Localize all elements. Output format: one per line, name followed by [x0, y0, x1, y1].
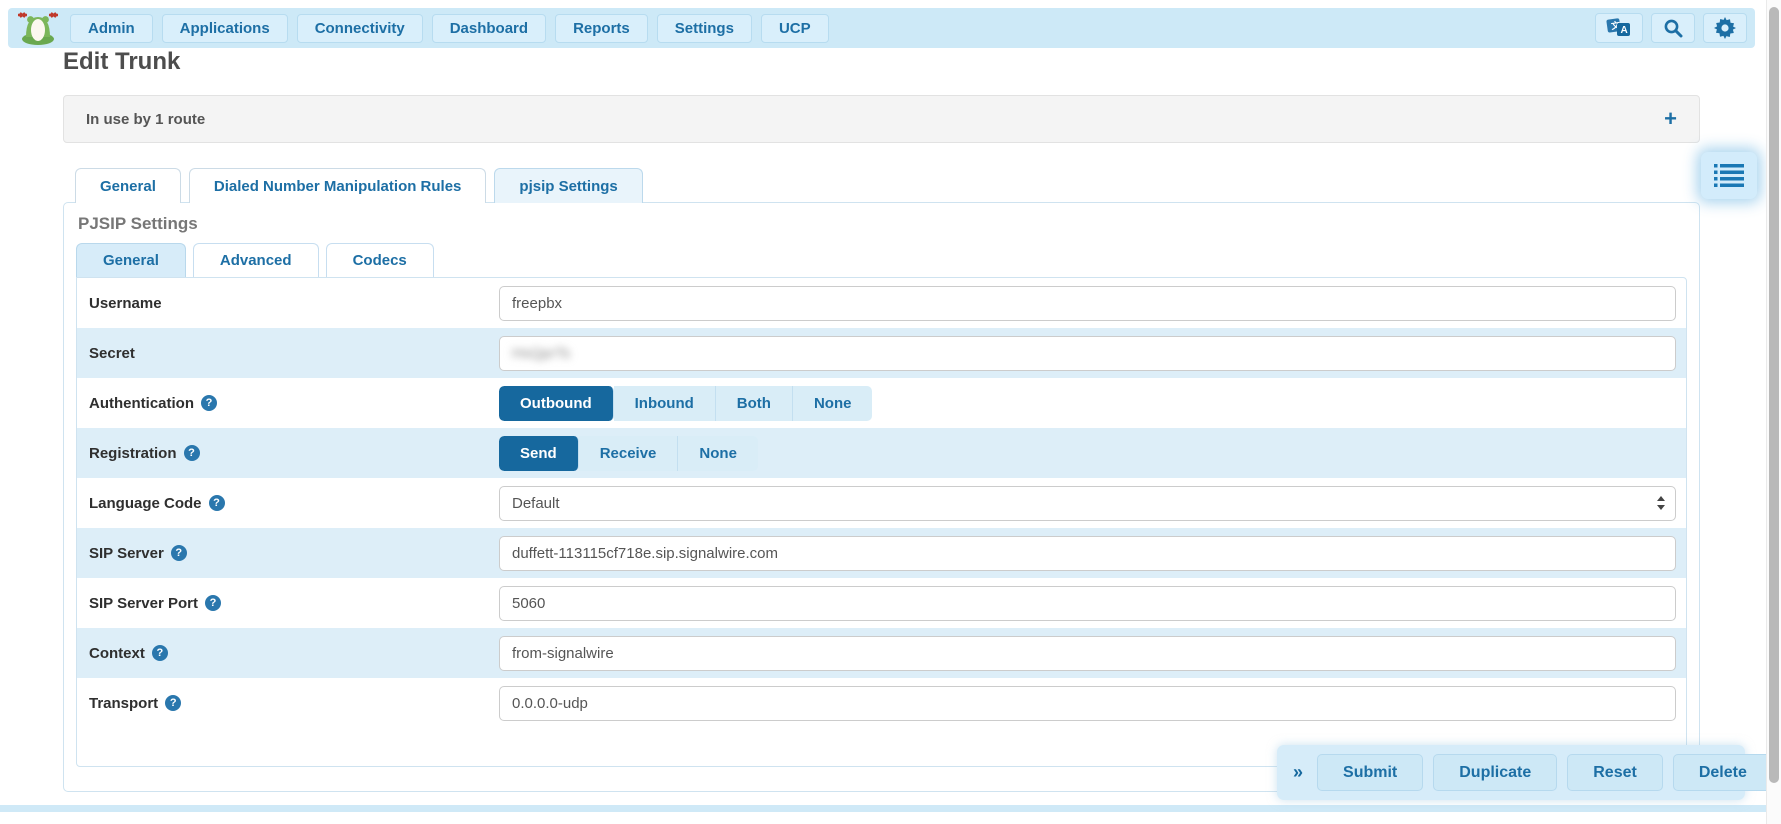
freepbx-admin-page: Admin Applications Connectivity Dashboar… — [0, 0, 1781, 824]
username-input[interactable] — [499, 286, 1676, 321]
registration-option-send[interactable]: Send — [499, 436, 579, 471]
form-row-sip-server-port: SIP Server Port ? — [77, 578, 1686, 628]
context-label-text: Context — [89, 645, 145, 662]
gear-icon — [1714, 17, 1736, 39]
transport-label-text: Transport — [89, 695, 158, 712]
registration-option-none[interactable]: None — [678, 436, 758, 471]
scrollbar-thumb[interactable] — [1769, 7, 1779, 783]
transport-help-icon[interactable]: ? — [165, 695, 181, 711]
language-code-select[interactable]: Default — [499, 486, 1676, 521]
pjsip-settings-panel: PJSIP Settings General Advanced Codecs U… — [63, 202, 1700, 792]
nav-item-applications[interactable]: Applications — [162, 14, 288, 43]
secret-input[interactable]: HsQprTs — [499, 336, 1676, 371]
form-row-transport: Transport ? — [77, 678, 1686, 728]
list-icon — [1714, 163, 1744, 189]
transport-input[interactable] — [499, 686, 1676, 721]
sidebar-list-toggle-button[interactable] — [1701, 152, 1757, 199]
usage-notice-text: In use by 1 route — [86, 111, 205, 128]
select-arrows-icon — [1656, 495, 1666, 511]
delete-button[interactable]: Delete — [1673, 754, 1773, 791]
search-button[interactable] — [1651, 13, 1695, 43]
subtab-codecs[interactable]: Codecs — [326, 243, 434, 277]
expand-plus-icon[interactable]: + — [1664, 108, 1677, 130]
registration-label: Registration ? — [89, 445, 499, 462]
language-code-label-text: Language Code — [89, 495, 202, 512]
top-navbar: Admin Applications Connectivity Dashboar… — [8, 8, 1755, 48]
nav-item-connectivity[interactable]: Connectivity — [297, 14, 423, 43]
language-code-selected-value: Default — [512, 495, 560, 512]
secret-label-text: Secret — [89, 345, 135, 362]
reset-button[interactable]: Reset — [1567, 754, 1663, 791]
language-code-help-icon[interactable]: ? — [209, 495, 225, 511]
secret-label: Secret — [89, 345, 499, 362]
submit-button[interactable]: Submit — [1317, 754, 1423, 791]
svg-text:A: A — [1621, 25, 1628, 36]
footer-divider — [0, 805, 1781, 812]
nav-item-ucp[interactable]: UCP — [761, 14, 829, 43]
usage-notice-panel[interactable]: In use by 1 route + — [63, 95, 1700, 143]
freepbx-frog-logo-icon — [16, 11, 60, 45]
form-row-sip-server: SIP Server ? — [77, 528, 1686, 578]
form-row-authentication: Authentication ? Outbound Inbound Both N… — [77, 378, 1686, 428]
registration-option-receive[interactable]: Receive — [579, 436, 679, 471]
registration-label-text: Registration — [89, 445, 177, 462]
pjsip-section-heading: PJSIP Settings — [64, 203, 1699, 243]
form-row-registration: Registration ? Send Receive None — [77, 428, 1686, 478]
subtab-advanced[interactable]: Advanced — [193, 243, 319, 277]
page-title: Edit Trunk — [63, 48, 180, 76]
vertical-scrollbar[interactable] — [1766, 0, 1781, 824]
secret-obscured-value: HsQprTs — [512, 345, 570, 362]
registration-help-icon[interactable]: ? — [184, 445, 200, 461]
transport-label: Transport ? — [89, 695, 499, 712]
sip-server-label: SIP Server ? — [89, 545, 499, 562]
authentication-option-outbound[interactable]: Outbound — [499, 386, 614, 421]
form-row-secret: Secret HsQprTs — [77, 328, 1686, 378]
authentication-label: Authentication ? — [89, 395, 499, 412]
subtab-general[interactable]: General — [76, 243, 186, 277]
tab-dialed-number-manipulation-rules[interactable]: Dialed Number Manipulation Rules — [189, 168, 487, 203]
username-label-text: Username — [89, 295, 162, 312]
nav-item-dashboard[interactable]: Dashboard — [432, 14, 546, 43]
nav-item-admin[interactable]: Admin — [70, 14, 153, 43]
nav-item-settings[interactable]: Settings — [657, 14, 752, 43]
authentication-option-both[interactable]: Both — [716, 386, 793, 421]
pjsip-general-form: Username Secret HsQprTs Authentic — [76, 277, 1687, 767]
registration-toggle-group: Send Receive None — [499, 436, 758, 471]
form-row-language-code: Language Code ? Default — [77, 478, 1686, 528]
sip-server-help-icon[interactable]: ? — [171, 545, 187, 561]
duplicate-button[interactable]: Duplicate — [1433, 754, 1557, 791]
language-code-label: Language Code ? — [89, 495, 499, 512]
settings-gear-button[interactable] — [1703, 13, 1747, 43]
authentication-toggle-group: Outbound Inbound Both None — [499, 386, 872, 421]
language-button[interactable]: 文 A — [1595, 13, 1643, 43]
form-row-username: Username — [77, 278, 1686, 328]
language-icon: 文 A — [1606, 17, 1632, 39]
nav-item-reports[interactable]: Reports — [555, 14, 648, 43]
authentication-option-none[interactable]: None — [793, 386, 873, 421]
sip-server-label-text: SIP Server — [89, 545, 164, 562]
collapse-actions-icon[interactable]: » — [1289, 762, 1307, 783]
authentication-label-text: Authentication — [89, 395, 194, 412]
sip-server-port-label-text: SIP Server Port — [89, 595, 198, 612]
username-label: Username — [89, 295, 499, 312]
form-row-context: Context ? — [77, 628, 1686, 678]
sip-server-port-input[interactable] — [499, 586, 1676, 621]
sip-server-port-label: SIP Server Port ? — [89, 595, 499, 612]
sip-server-input[interactable] — [499, 536, 1676, 571]
authentication-help-icon[interactable]: ? — [201, 395, 217, 411]
form-action-bar: » Submit Duplicate Reset Delete — [1277, 745, 1745, 800]
authentication-option-inbound[interactable]: Inbound — [614, 386, 716, 421]
search-icon — [1663, 18, 1683, 38]
tab-pjsip-settings[interactable]: pjsip Settings — [494, 168, 642, 203]
sip-server-port-help-icon[interactable]: ? — [205, 595, 221, 611]
tab-general[interactable]: General — [75, 168, 181, 203]
context-label: Context ? — [89, 645, 499, 662]
context-help-icon[interactable]: ? — [152, 645, 168, 661]
pjsip-subtab-bar: General Advanced Codecs — [76, 243, 1699, 277]
context-input[interactable] — [499, 636, 1676, 671]
trunk-tab-bar: General Dialed Number Manipulation Rules… — [75, 168, 651, 203]
